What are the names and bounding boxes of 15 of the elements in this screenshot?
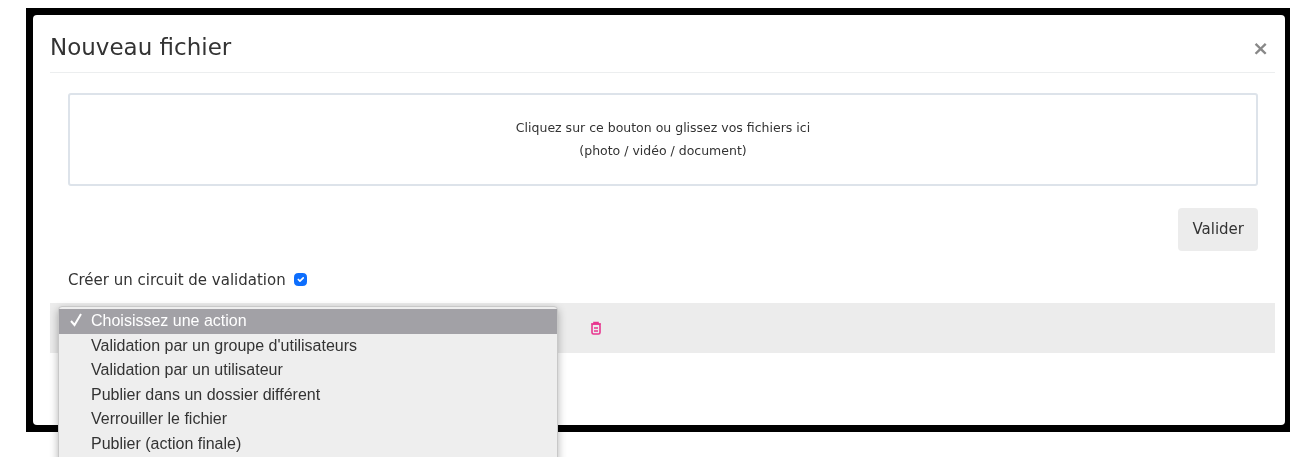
validation-checkbox[interactable]	[293, 273, 307, 287]
dropdown-option[interactable]: Validation par un utilisateur	[59, 358, 557, 383]
file-dropzone[interactable]: Cliquez sur ce bouton ou glissez vos fichiers ici (photo / vidéo / document)	[68, 93, 1258, 186]
dropdown-option[interactable]: Publier (action finale)	[59, 431, 557, 456]
dropdown-option[interactable]: Validation par un groupe d'utilisateurs	[59, 333, 557, 358]
close-button[interactable]: ×	[1246, 37, 1275, 58]
dropdown-option[interactable]: Publier dans un dossier différent	[59, 382, 557, 407]
trash-icon[interactable]	[590, 321, 602, 335]
dropzone-text: (photo / vidéo / document)	[579, 141, 747, 160]
checkmark-icon	[69, 311, 83, 329]
dropdown-option[interactable]: Verrouiller le fichier	[59, 407, 557, 432]
dropzone-text: Cliquez sur ce bouton ou glissez vos fichiers ici	[515, 118, 811, 137]
modal-title: Nouveau fichier	[50, 33, 232, 62]
checkbox-label: Créer un circuit de validation	[68, 269, 286, 291]
validate-button[interactable]: Valider	[1178, 208, 1258, 251]
